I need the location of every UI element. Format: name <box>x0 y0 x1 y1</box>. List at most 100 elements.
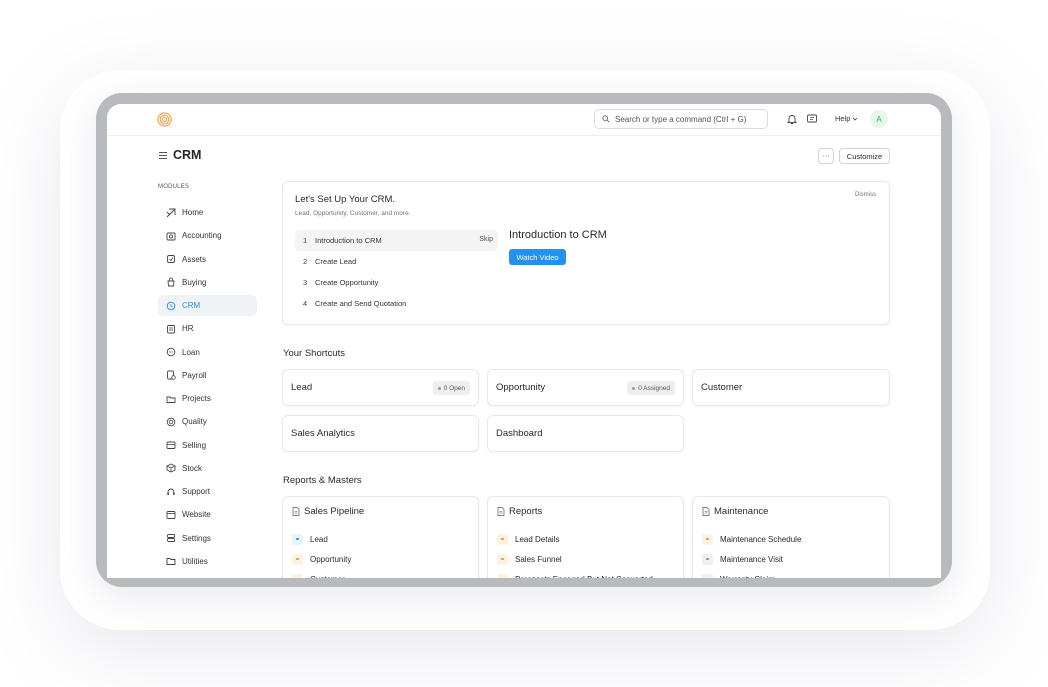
shortcut-card[interactable]: Lead 0 Open <box>282 369 479 406</box>
report-link[interactable]: Customer <box>292 569 351 578</box>
sidebar-item-home[interactable]: Home <box>158 202 257 223</box>
sidebar-item-label: HR <box>182 324 194 334</box>
sidebar-item-accounting[interactable]: Accounting <box>158 225 257 246</box>
report-link[interactable]: Prospects Engaged But Not Converted <box>497 569 653 578</box>
shortcut-card[interactable]: Opportunity 0 Assigned <box>487 369 684 406</box>
dismiss-button[interactable]: Dismiss <box>855 192 876 198</box>
sidebar-item-website[interactable]: Website <box>158 504 257 525</box>
website-icon <box>166 510 176 519</box>
sidebar-item-hr[interactable]: HR <box>158 318 257 339</box>
report-card-title-text: Sales Pipeline <box>304 506 365 517</box>
chevron-down-icon <box>853 117 858 121</box>
report-link-list: Lead Opportunity Customer <box>292 529 351 578</box>
onboarding-step[interactable]: 3 Create Opportunity <box>295 272 498 293</box>
sidebar-section-label: MODULES <box>158 184 190 190</box>
sidebar-item-assets[interactable]: Assets <box>158 249 257 270</box>
bell-icon[interactable] <box>786 113 798 125</box>
watch-video-button[interactable]: Watch Video <box>509 249 566 265</box>
sidebar-item-settings[interactable]: Settings <box>158 528 257 549</box>
document-icon <box>497 507 505 516</box>
report-card-title[interactable]: Sales Pipeline <box>292 506 364 517</box>
sidebar-item-loan[interactable]: Loan <box>158 342 257 363</box>
menu-icon[interactable] <box>159 151 167 159</box>
step-label: Create Opportunity <box>315 278 379 287</box>
shortcut-card[interactable]: Customer <box>692 369 890 406</box>
report-card-title[interactable]: Maintenance <box>702 506 768 517</box>
sidebar-item-selling[interactable]: Selling <box>158 435 257 456</box>
app-screen: Help A CRM ··· Customize MODULES Home Acc… <box>107 104 941 578</box>
badge-dot <box>632 386 636 390</box>
sidebar-item-utilities[interactable]: Utilities <box>158 551 257 572</box>
step-number: 1 <box>303 236 308 245</box>
link-indicator-icon <box>292 533 303 545</box>
report-link[interactable]: Lead Details <box>497 529 653 549</box>
report-link[interactable]: Opportunity <box>292 549 351 569</box>
help-label: Help <box>835 114 851 123</box>
utilities-icon <box>166 558 176 566</box>
sidebar-item-crm[interactable]: CRM <box>158 295 257 316</box>
chat-icon[interactable] <box>806 113 818 125</box>
sidebar-item-stock[interactable]: Stock <box>158 458 257 479</box>
shortcut-card[interactable]: Dashboard <box>487 415 684 452</box>
report-link[interactable]: Warranty Claim <box>702 569 801 578</box>
payroll-icon <box>167 370 176 380</box>
link-indicator-icon <box>497 573 508 578</box>
skip-button[interactable]: Skip <box>479 236 493 243</box>
onboarding-step[interactable]: 4 Create and Send Quotation <box>295 293 498 314</box>
search-input[interactable] <box>615 114 765 124</box>
avatar[interactable]: A <box>870 110 888 128</box>
sidebar-item-label: Projects <box>182 394 211 403</box>
onboarding-step[interactable]: 1 Introduction to CRM Skip <box>295 230 498 251</box>
onboarding-steps: 1 Introduction to CRM Skip 2 Create Lead 3 Cre… <box>295 230 498 314</box>
sidebar-item-support[interactable]: Support <box>158 481 257 502</box>
sidebar-item-label: Assets <box>182 254 207 264</box>
document-icon <box>702 507 710 516</box>
more-options-button[interactable]: ··· <box>818 148 834 164</box>
report-link-label: Customer <box>310 575 345 579</box>
onboarding-step[interactable]: 2 Create Lead <box>295 251 498 272</box>
report-link-label: Opportunity <box>310 554 352 564</box>
document-icon <box>292 507 300 516</box>
stock-icon <box>166 463 176 473</box>
sidebar-item-label: Home <box>182 208 204 217</box>
onboarding-title: Let's Set Up Your CRM. <box>295 194 396 205</box>
app-logo[interactable] <box>157 112 172 127</box>
shortcuts-title: Your Shortcuts <box>283 348 345 359</box>
page-title: CRM <box>173 148 202 162</box>
hr-icon <box>167 324 175 334</box>
loan-icon <box>166 347 176 357</box>
step-detail-title: Introduction to CRM <box>509 229 607 241</box>
onboarding-subtitle: Lead, Opportunity, Customer, and more. <box>295 210 411 217</box>
sidebar-item-quality[interactable]: Quality <box>158 411 257 432</box>
reports-title: Reports & Masters <box>283 475 362 486</box>
sidebar-item-projects[interactable]: Projects <box>158 388 257 409</box>
report-card: Reports Lead Details Sales Funnel Prospects… <box>487 496 684 578</box>
report-link-list: Lead Details Sales Funnel Prospects Engage… <box>497 529 653 578</box>
report-card-title[interactable]: Reports <box>497 506 542 517</box>
step-label: Create Lead <box>315 257 357 266</box>
link-indicator-icon <box>497 533 508 545</box>
badge-text: 0 Assigned <box>638 384 670 392</box>
navbar: Help A <box>107 104 941 136</box>
report-link[interactable]: Maintenance Visit <box>702 549 801 569</box>
sidebar-item-label: Payroll <box>182 370 207 380</box>
search-bar[interactable] <box>594 109 768 129</box>
sidebar-item-label: Selling <box>182 440 207 450</box>
link-indicator-icon <box>497 553 508 565</box>
help-menu[interactable]: Help <box>835 114 858 123</box>
report-card-title-text: Reports <box>509 506 543 517</box>
buying-icon <box>167 277 175 287</box>
sidebar-item-buying[interactable]: Buying <box>158 272 257 293</box>
report-link-label: Lead <box>310 534 328 544</box>
report-link[interactable]: Maintenance Schedule <box>702 529 801 549</box>
sidebar-item-payroll[interactable]: Payroll <box>158 365 257 386</box>
shortcut-card[interactable]: Sales Analytics <box>282 415 479 452</box>
report-link-label: Maintenance Schedule <box>720 534 802 544</box>
report-link[interactable]: Sales Funnel <box>497 549 653 569</box>
sidebar-item-label: Loan <box>182 347 200 357</box>
shortcut-label: Customer <box>701 382 743 393</box>
customize-button[interactable]: Customize <box>839 148 890 164</box>
report-link[interactable]: Lead <box>292 529 351 549</box>
report-link-label: Prospects Engaged But Not Converted <box>515 575 653 579</box>
sidebar-item-label: CRM <box>182 301 201 310</box>
